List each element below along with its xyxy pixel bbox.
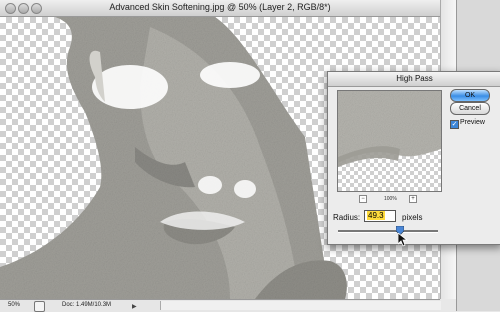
checkbox-icon[interactable]: ✓	[450, 120, 459, 129]
dialog-title: High Pass	[328, 72, 500, 87]
document-titlebar[interactable]: Advanced Skin Softening.jpg @ 50% (Layer…	[0, 0, 440, 17]
radius-slider[interactable]	[338, 230, 438, 233]
zoom-out-icon[interactable]: −	[359, 195, 367, 203]
preview-zoom-controls: − 100% +	[337, 195, 440, 205]
preview-image	[338, 91, 441, 191]
document-title: Advanced Skin Softening.jpg @ 50% (Layer…	[109, 2, 331, 12]
document-size: Doc: 1.49M/10.3M	[62, 302, 112, 308]
zoom-level[interactable]: 50%	[8, 302, 20, 308]
radius-input[interactable]: 49.3	[364, 210, 396, 222]
zoom-in-icon[interactable]: +	[409, 195, 417, 203]
preview-checkbox-label: Preview	[460, 119, 485, 126]
radius-value: 49.3	[367, 211, 385, 220]
cancel-button[interactable]: Cancel	[450, 102, 490, 115]
radius-units: pixels	[402, 213, 423, 222]
chevron-right-icon[interactable]: ▶	[132, 303, 137, 310]
status-bar: 50% Doc: 1.49M/10.3M ▶	[0, 299, 441, 312]
horizontal-scrollbar[interactable]	[160, 301, 441, 310]
preview-zoom-level: 100%	[384, 196, 397, 202]
radius-label: Radius:	[333, 213, 361, 222]
high-pass-dialog: High Pass − 100% + Radius: 49.3 pixels O…	[327, 71, 500, 247]
filter-preview[interactable]	[337, 90, 442, 192]
status-menu-icon[interactable]	[34, 301, 45, 312]
cursor-icon	[398, 233, 408, 247]
ok-button[interactable]: OK	[450, 89, 490, 102]
